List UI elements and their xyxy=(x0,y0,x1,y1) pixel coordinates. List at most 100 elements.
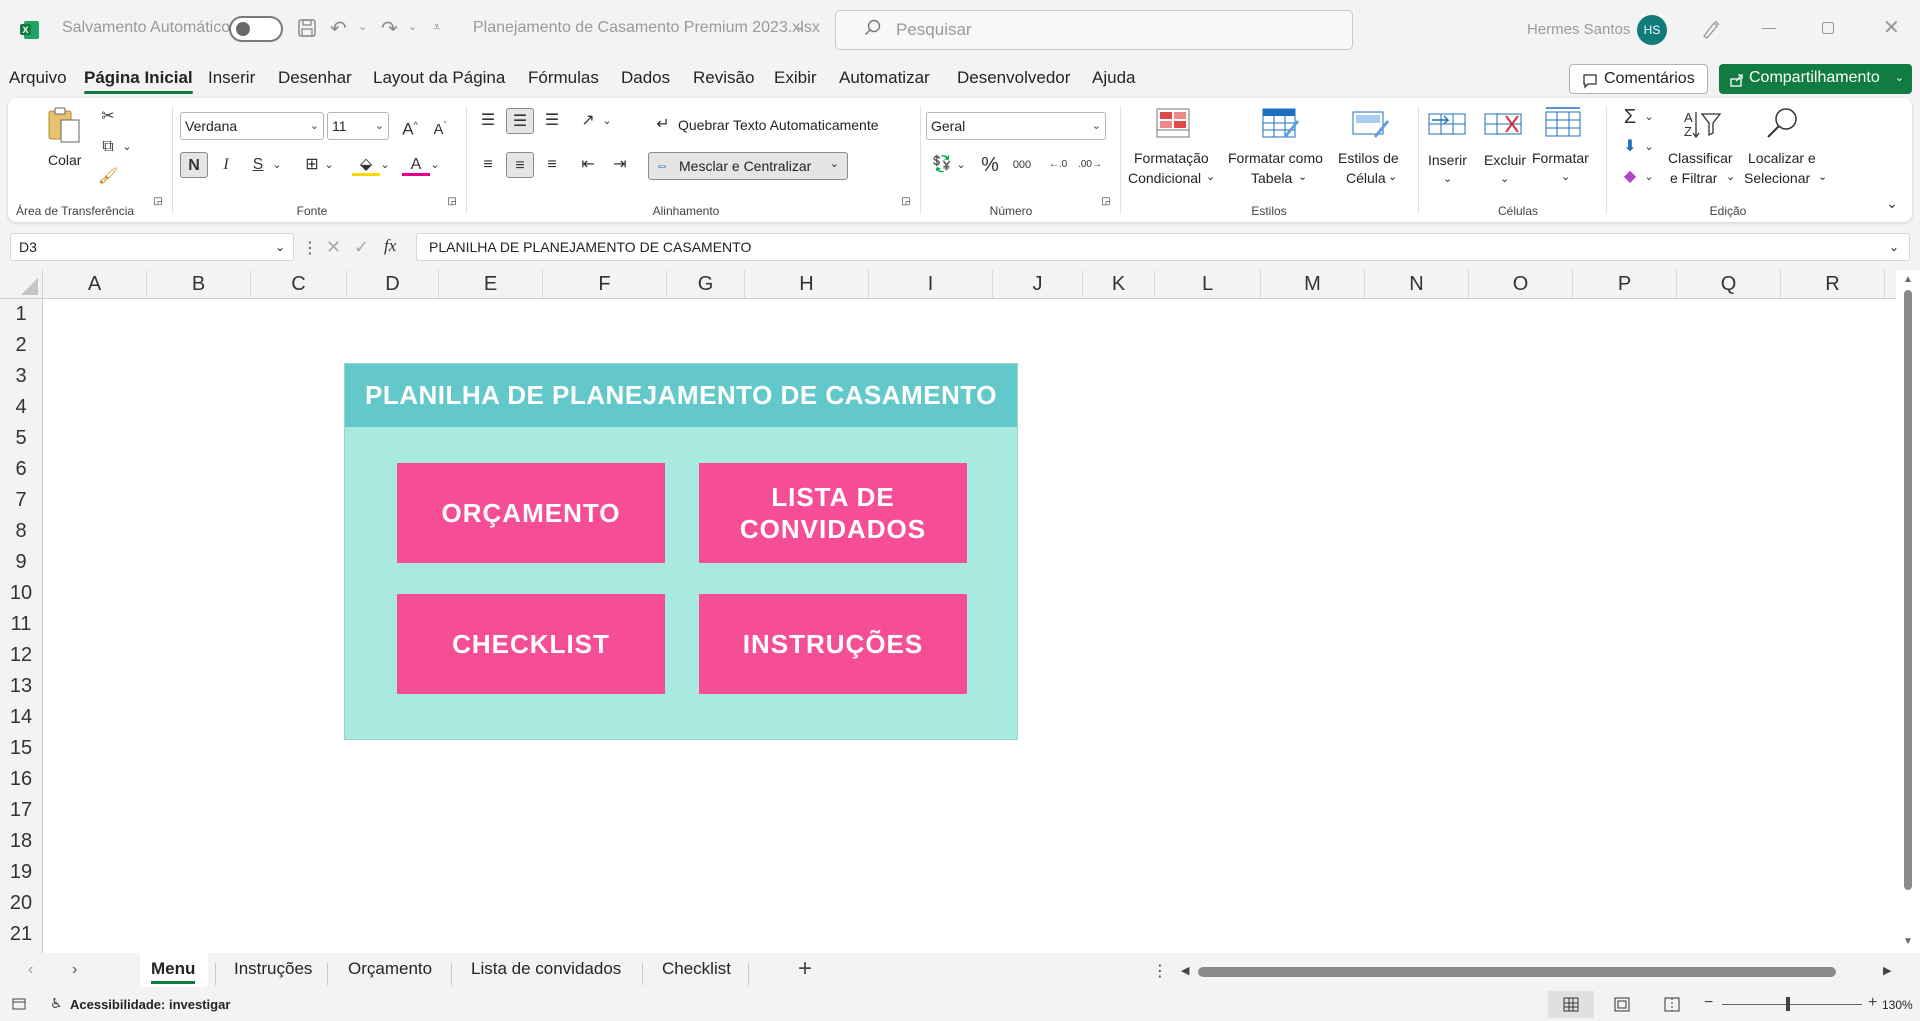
row-header-7[interactable]: 7 xyxy=(0,485,42,516)
align-top-icon[interactable]: ☰ xyxy=(474,108,502,134)
tab-desenvolvedor[interactable]: Desenvolvedor xyxy=(957,68,1070,88)
row-header-17[interactable]: 17 xyxy=(0,795,42,826)
row-header-9[interactable]: 9 xyxy=(0,547,42,578)
wrap-text-button[interactable]: Quebrar Texto Automaticamente xyxy=(678,117,879,133)
sheet-tab-lista-de-convidados[interactable]: Lista de convidados xyxy=(471,959,621,979)
chevron-down-icon[interactable]: ⌄ xyxy=(1388,170,1397,183)
horizontal-scroll-thumb[interactable] xyxy=(1198,967,1836,977)
align-middle-icon[interactable]: ☰ xyxy=(506,108,534,134)
scroll-up-icon[interactable]: ▲ xyxy=(1903,274,1913,285)
select-all-corner[interactable] xyxy=(0,270,43,299)
conditional-formatting-icon[interactable] xyxy=(1156,108,1190,143)
save-icon[interactable] xyxy=(297,18,317,43)
row-header-15[interactable]: 15 xyxy=(0,733,42,764)
page-break-view-icon[interactable] xyxy=(1664,997,1680,1015)
row-header-14[interactable]: 14 xyxy=(0,702,42,733)
column-header-m[interactable]: M xyxy=(1261,270,1365,299)
undo-dropdown-icon[interactable]: ⌄ xyxy=(358,20,367,33)
align-bottom-icon[interactable]: ☰ xyxy=(538,108,566,134)
format-cells-icon[interactable] xyxy=(1544,106,1582,143)
chevron-down-icon[interactable]: ⌄ xyxy=(1206,170,1215,183)
chevron-down-icon[interactable]: ⌄ xyxy=(1561,170,1570,183)
insert-function-icon[interactable]: fx xyxy=(384,233,396,259)
row-header-10[interactable]: 10 xyxy=(0,578,42,609)
tab-automatizar[interactable]: Automatizar xyxy=(839,68,930,88)
collapse-ribbon-icon[interactable]: ⌄ xyxy=(1878,190,1906,216)
redo-dropdown-icon[interactable]: ⌄ xyxy=(408,20,417,33)
align-right-icon[interactable]: ≡ xyxy=(538,152,566,178)
zoom-slider-track[interactable] xyxy=(1722,1004,1862,1005)
panel-title[interactable]: PLANILHA DE PLANEJAMENTO DE CASAMENTO xyxy=(345,364,1017,427)
accessibility-icon[interactable]: ♿ xyxy=(50,995,63,1012)
column-header-e[interactable]: E xyxy=(439,270,543,299)
row-header-6[interactable]: 6 xyxy=(0,454,42,485)
cut-icon[interactable]: ✂ xyxy=(94,104,122,130)
column-header-n[interactable]: N xyxy=(1365,270,1469,299)
autosave-toggle[interactable] xyxy=(229,16,283,42)
zoom-slider-thumb[interactable] xyxy=(1786,997,1790,1011)
hscroll-right-icon[interactable]: ▶ xyxy=(1883,964,1891,977)
chevron-down-icon[interactable]: ⌄ xyxy=(1500,172,1509,185)
row-header-3[interactable]: 3 xyxy=(0,361,42,392)
find-select-label-2[interactable]: Selecionar xyxy=(1744,170,1810,186)
italic-button[interactable]: I xyxy=(212,152,240,178)
vertical-scroll-thumb[interactable] xyxy=(1904,290,1912,890)
excel-logo-icon[interactable]: X xyxy=(20,20,40,40)
decrease-indent-icon[interactable]: ⇤ xyxy=(574,152,602,178)
row-header-11[interactable]: 11 xyxy=(0,609,42,640)
align-left-icon[interactable]: ≡ xyxy=(474,152,502,178)
clear-dropdown-icon[interactable]: ⌄ xyxy=(1642,164,1656,190)
zoom-out-icon[interactable]: − xyxy=(1704,994,1713,1012)
tab-dados[interactable]: Dados xyxy=(621,68,670,88)
font-size-select[interactable]: 11 ⌄ xyxy=(327,112,389,140)
sheet-tab-checklist[interactable]: Checklist xyxy=(662,959,731,979)
insert-cells-icon[interactable] xyxy=(1428,110,1466,143)
sheet-tab-instrucoes[interactable]: Instruções xyxy=(234,959,312,979)
align-center-icon[interactable]: ≡ xyxy=(506,152,534,178)
accessibility-status[interactable]: Acessibilidade: investigar xyxy=(70,997,230,1012)
fill-color-icon[interactable]: ⬙ xyxy=(352,152,380,176)
wrap-text-icon[interactable]: ↵ xyxy=(652,112,674,138)
font-launcher-icon[interactable]: ◲ xyxy=(444,194,460,210)
find-select-label-1[interactable]: Localizar e xyxy=(1748,150,1816,166)
bold-button[interactable]: N xyxy=(180,152,208,178)
number-launcher-icon[interactable]: ◲ xyxy=(1098,194,1114,210)
more-options-icon[interactable]: ⋮ xyxy=(302,238,318,258)
format-as-table-label-2[interactable]: Tabela xyxy=(1251,170,1292,186)
clear-icon[interactable]: ◆ xyxy=(1616,164,1644,190)
chevron-down-icon[interactable]: ⌄ xyxy=(1298,170,1307,183)
file-name[interactable]: Planejamento de Casamento Premium 2023.x… xyxy=(473,19,820,37)
chevron-down-icon[interactable]: ⌄ xyxy=(1726,170,1735,183)
underline-button[interactable]: S xyxy=(244,152,272,178)
cell-styles-label-2[interactable]: Célula xyxy=(1346,170,1386,186)
undo-icon[interactable]: ↶ xyxy=(330,16,347,41)
column-header-a[interactable]: A xyxy=(43,270,147,299)
restore-icon[interactable] xyxy=(1822,22,1834,34)
row-header-21[interactable]: 21 xyxy=(0,919,42,950)
orientation-dropdown-icon[interactable]: ⌄ xyxy=(600,108,614,134)
accounting-format-icon[interactable]: 💱 xyxy=(928,152,956,178)
tab-ajuda[interactable]: Ajuda xyxy=(1092,68,1135,88)
chevron-down-icon[interactable]: ⌄ xyxy=(275,234,285,260)
column-header-b[interactable]: B xyxy=(147,270,251,299)
tab-pagina-inicial[interactable]: Página Inicial xyxy=(84,68,193,94)
instrucoes-button[interactable]: INSTRUÇÕES xyxy=(699,594,967,694)
format-cells-label[interactable]: Formatar xyxy=(1532,150,1589,166)
increase-font-icon[interactable]: A^ xyxy=(396,112,424,139)
delete-cells-label[interactable]: Excluir xyxy=(1484,152,1526,168)
merge-center-button[interactable]: ⇔ Mesclar e Centralizar ⌄ xyxy=(648,152,848,180)
insert-cells-label[interactable]: Inserir xyxy=(1428,152,1467,168)
share-dropdown-icon[interactable]: ⌄ xyxy=(1895,64,1904,92)
accounting-dropdown-icon[interactable]: ⌄ xyxy=(954,152,968,178)
row-header-20[interactable]: 20 xyxy=(0,888,42,919)
fill-icon[interactable]: ⬇ xyxy=(1616,134,1644,160)
decrease-font-icon[interactable]: Aˇ xyxy=(426,112,454,138)
column-header-g[interactable]: G xyxy=(667,270,745,299)
sort-filter-icon[interactable]: AZ xyxy=(1682,108,1722,145)
tab-layout-da-pagina[interactable]: Layout da Página xyxy=(373,68,505,88)
font-color-dropdown-icon[interactable]: ⌄ xyxy=(428,152,442,178)
column-header-f[interactable]: F xyxy=(543,270,667,299)
tab-revisao[interactable]: Revisão xyxy=(693,68,754,88)
column-header-r[interactable]: R xyxy=(1781,270,1885,299)
autosum-dropdown-icon[interactable]: ⌄ xyxy=(1642,104,1656,130)
